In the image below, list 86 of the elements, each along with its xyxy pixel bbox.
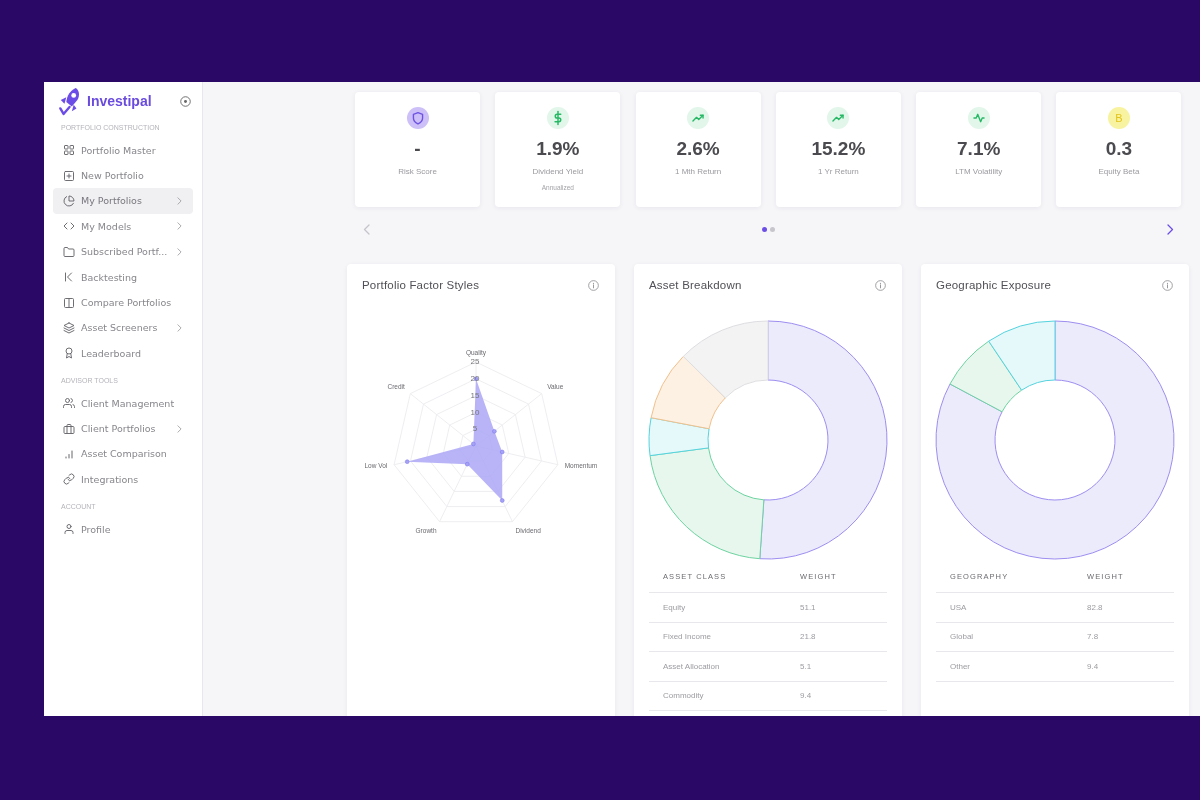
award-icon [63, 347, 75, 360]
nav-item[interactable]: Asset Screeners [53, 315, 193, 341]
table-cell: Asset Allocation [663, 661, 720, 671]
table-cell: 9.4 [800, 691, 812, 701]
next-button[interactable] [1166, 222, 1175, 236]
donut-slice [648, 417, 710, 457]
metric-value: 2.6% [676, 137, 720, 161]
table-cell: Global [950, 632, 974, 642]
metric-label: 1 Yr Return [818, 167, 859, 177]
brand-name: Investipal [87, 93, 152, 109]
chevron-right-icon [177, 424, 182, 433]
info-icon[interactable] [588, 279, 599, 291]
columns-icon [63, 296, 75, 309]
table-cell: Fixed Income [663, 632, 712, 642]
table-cell: Other [950, 661, 970, 671]
donut-slice [935, 320, 1175, 560]
nav-item[interactable]: Compare Portfolios [53, 289, 193, 316]
metric-label: Equity Beta [1098, 167, 1140, 177]
page-dot[interactable] [762, 226, 767, 232]
chevron-right-icon [177, 196, 182, 205]
donut-slice [649, 447, 765, 560]
nav-item[interactable]: Client Management [53, 390, 193, 416]
layers-icon [63, 321, 75, 334]
nav-item[interactable]: Leaderboard [53, 340, 193, 366]
nav-item[interactable]: Profile [53, 516, 193, 542]
chevron-right-icon [1167, 223, 1174, 235]
table-cell: Equity [663, 602, 686, 612]
table-cell: 5.1 [800, 661, 812, 671]
donut-slice [949, 340, 1023, 413]
nav-item[interactable]: Portfolio Master [53, 137, 193, 163]
table-cell: 21.8 [800, 632, 816, 642]
nav-item[interactable]: Client Portfolios [53, 415, 193, 442]
nav-item[interactable]: Subscribed Portf... [53, 239, 193, 265]
letter-icon: B [1108, 107, 1130, 129]
donut-slice [988, 320, 1056, 391]
chevron-left-icon [363, 223, 370, 235]
trend-up-icon [687, 107, 710, 129]
metric-value: 0.3 [1105, 137, 1133, 161]
metric-value: 1.9% [536, 137, 580, 161]
panel-title: Geographic Exposure [936, 279, 1052, 291]
info-icon[interactable] [1162, 279, 1173, 291]
donut-slice [682, 320, 769, 399]
metric-value: 7.1% [957, 137, 1001, 161]
metric-label: LTM Volatility [955, 167, 1003, 177]
user-icon [63, 523, 75, 536]
chevron-right-icon [177, 222, 182, 231]
bar-chart-icon [63, 448, 75, 460]
nav-item[interactable]: Asset Comparison [53, 441, 193, 467]
nav-item[interactable]: Integrations [53, 466, 193, 493]
chevron-right-icon [177, 247, 182, 256]
metric-value: 15.2% [811, 137, 866, 161]
metric-label: Dividend Yield [532, 167, 584, 177]
table-cell: 9.4 [1087, 661, 1099, 671]
table-cell: Commodity [663, 691, 704, 701]
briefcase-icon [63, 422, 75, 435]
pulse-icon [967, 107, 990, 129]
circle-dot-icon[interactable] [180, 95, 191, 107]
table-cell: USA [950, 602, 967, 612]
donut-slice [759, 320, 888, 560]
shield-icon [406, 107, 429, 129]
rocket-icon [58, 86, 82, 116]
nav-item[interactable]: My Portfolios [53, 188, 193, 214]
folder-icon [63, 245, 75, 258]
info-icon[interactable] [875, 279, 886, 291]
metric-label: 1 Mth Return [674, 167, 722, 177]
metric-label: Risk Score [398, 167, 437, 177]
nav-item[interactable]: My Models [53, 213, 193, 240]
chevron-right-icon [177, 323, 182, 332]
metric-value: - [414, 137, 421, 161]
table-cell: 82.8 [1087, 602, 1103, 612]
page-dot[interactable] [770, 226, 775, 232]
table-cell: 51.1 [800, 602, 816, 612]
nav-item[interactable]: Backtesting [53, 264, 193, 290]
donut-slice [650, 355, 726, 430]
dollar-icon [546, 107, 569, 129]
grid-icon [63, 144, 75, 157]
users-icon [63, 397, 75, 410]
panel-title: Portfolio Factor Styles [362, 279, 480, 291]
panel-title: Asset Breakdown [649, 279, 742, 291]
link-icon [63, 473, 75, 486]
plus-square-icon [63, 169, 75, 182]
pie-chart-icon [63, 194, 75, 207]
nav-item[interactable]: New Portfolio [53, 162, 193, 189]
table-cell: 7.8 [1087, 632, 1099, 642]
skip-back-icon [63, 271, 75, 284]
trend-up-icon [827, 107, 850, 129]
